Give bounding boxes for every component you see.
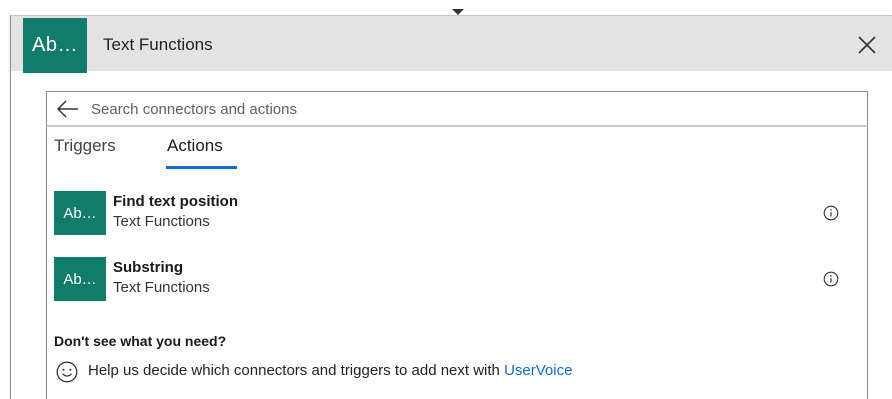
- action-connector-name: Text Functions: [113, 213, 210, 230]
- close-icon: [858, 36, 876, 54]
- connector-title: Text Functions: [103, 35, 213, 54]
- info-icon: [823, 271, 839, 287]
- info-button[interactable]: [823, 205, 839, 221]
- action-connector-name: Text Functions: [113, 279, 210, 296]
- card-header: Ab… Text Functions: [11, 16, 892, 73]
- search-bar: [46, 91, 868, 127]
- smile-icon: [56, 361, 78, 383]
- info-icon: [823, 205, 839, 221]
- active-tab-indicator: [166, 166, 237, 169]
- tab-actions[interactable]: Actions: [167, 136, 223, 156]
- action-connector-icon: Ab…: [54, 257, 106, 301]
- close-button[interactable]: [855, 33, 879, 57]
- screen: Ab… Text Functions Triggers Actions Ab: [0, 0, 892, 399]
- help-message: Help us decide which connectors and trig…: [88, 362, 572, 379]
- connector-logo: Ab…: [23, 18, 87, 73]
- info-button[interactable]: [823, 271, 839, 287]
- action-connector-icon: Ab…: [54, 191, 106, 235]
- dont-see-heading: Don't see what you need?: [54, 333, 227, 349]
- action-item-substring[interactable]: Ab… Substring Text Functions: [54, 257, 839, 301]
- search-input[interactable]: [91, 98, 851, 120]
- tab-triggers[interactable]: Triggers: [54, 136, 116, 156]
- help-text: Help us decide which connectors and trig…: [88, 362, 505, 379]
- action-name: Find text position: [113, 193, 238, 210]
- back-arrow-icon: [56, 100, 78, 118]
- back-button[interactable]: [56, 99, 80, 119]
- action-name: Substring: [113, 259, 183, 276]
- action-item-find-text-position[interactable]: Ab… Find text position Text Functions: [54, 191, 839, 235]
- uservoice-link[interactable]: UserVoice: [504, 362, 572, 379]
